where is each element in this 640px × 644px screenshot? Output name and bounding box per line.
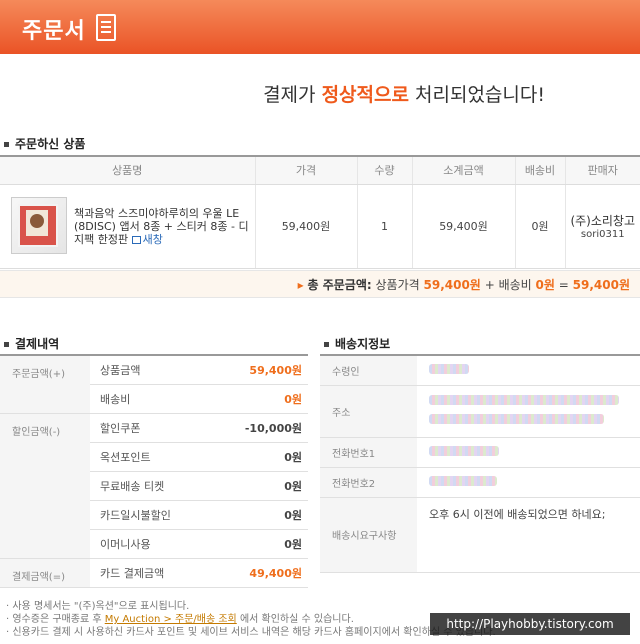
payment-section-title: 결제내역 <box>4 335 59 352</box>
shipping-fee-cell: 0원 <box>514 184 565 269</box>
shipping-section-title: 배송지정보 <box>324 335 390 352</box>
my-auction-link[interactable]: My Auction > 주문/배송 조회 <box>105 614 237 625</box>
column-header: 가격 <box>254 156 357 185</box>
payment-item-label: 이머니사용 <box>90 529 213 559</box>
header-bar: 주문서 <box>0 0 640 54</box>
products-section-title: 주문하신 상품 <box>4 135 85 152</box>
equals-sign: = <box>558 278 569 292</box>
payment-item-value: -10,000원 <box>212 413 308 443</box>
section-bullet-icon <box>4 142 9 147</box>
goods-label: 상품가격 <box>375 278 420 292</box>
payment-item-value: 0원 <box>212 529 308 559</box>
order-total-bar: ▸ 총 주문금액: 상품가격 59,400원 + 배송비 0원 = 59,400… <box>0 270 640 298</box>
payment-item-label: 무료배송 티켓 <box>90 471 213 501</box>
new-window-icon <box>131 236 141 244</box>
redacted-text <box>429 363 469 374</box>
redacted-text <box>429 395 619 405</box>
shipping-field-label: 수령인 <box>320 355 417 386</box>
shipping-field-label: 전화번호1 <box>320 437 417 468</box>
table-row: 결제금액(=) 카드 결제금액 49,400원 <box>0 558 308 588</box>
message-before: 결제가 <box>263 84 316 106</box>
plus-sign: + <box>484 278 495 292</box>
section-bullet-icon <box>4 342 9 347</box>
shipping-label: 배송비 <box>498 278 532 292</box>
group-label: 결제금액(=) <box>0 558 90 588</box>
table-row: 전화번호2 <box>320 467 640 498</box>
product-name[interactable]: 책과음악 스즈미야하루히의 우울 LE (8DISC) 앱서 8종 + 스티커 … <box>74 207 252 246</box>
product-thumbnail[interactable] <box>11 197 67 254</box>
redacted-text <box>429 445 499 456</box>
table-row: 할인금액(-) 할인쿠폰 -10,000원 <box>0 413 308 559</box>
shipping-value: 0원 <box>535 278 555 292</box>
caret-right-icon: ▸ <box>297 278 304 292</box>
seller-cell: (주)소리창고 sori0311 <box>564 184 640 269</box>
payment-item-label: 옥션포인트 <box>90 442 213 472</box>
delivery-request-value: 오후 6시 이전에 배송되었으면 하네요; <box>417 497 640 573</box>
section-bullet-icon <box>324 342 329 347</box>
payment-item-value: 0원 <box>212 500 308 530</box>
redacted-text <box>429 475 497 486</box>
subtotal-cell: 59,400원 <box>411 184 515 269</box>
page-title: 주문서 <box>22 19 86 44</box>
table-row: 전화번호1 <box>320 437 640 468</box>
quantity-cell: 1 <box>356 184 412 269</box>
final-total: 59,400원 <box>572 278 630 292</box>
column-header: 판매자 <box>564 156 640 185</box>
payment-item-label: 상품금액 <box>90 355 213 385</box>
seller-id: sori0311 <box>580 229 625 240</box>
column-header: 소계금액 <box>411 156 515 185</box>
address-value <box>417 385 640 438</box>
shipping-table: 수령인 주소 전화번호1 전화번호2 배송시요구사항 오후 6시 이전에 배송되… <box>320 354 640 573</box>
column-header: 상품명 <box>0 156 255 185</box>
watermark: http://Playhobby.tistory.com <box>430 613 630 635</box>
group-label: 할인금액(-) <box>0 413 90 559</box>
payment-item-label: 카드 결제금액 <box>90 558 213 588</box>
shipping-field-label: 배송시요구사항 <box>320 497 417 573</box>
seller-name: (주)소리창고 <box>570 214 636 228</box>
shipping-field-label: 주소 <box>320 385 417 438</box>
payment-item-label: 할인쿠폰 <box>90 413 213 443</box>
payment-item-value: 0원 <box>212 384 308 414</box>
payment-table: 주문금액(+) 상품금액 59,400원 배송비 0원 할인금액(-) 할인쿠폰… <box>0 354 308 588</box>
payment-item-value: 49,400원 <box>212 558 308 588</box>
note-line: · 사용 명세서는 "(주)옥션"으로 표시됩니다. <box>6 601 190 612</box>
table-row: 주문금액(+) 상품금액 59,400원 <box>0 355 308 414</box>
goods-value: 59,400원 <box>423 278 481 292</box>
document-icon <box>96 14 116 41</box>
payment-item-value: 0원 <box>212 471 308 501</box>
message-after: 처리되었습니다! <box>415 84 545 106</box>
column-header: 배송비 <box>514 156 565 185</box>
column-header: 수량 <box>356 156 412 185</box>
message-emphasis: 정상적으로 <box>321 84 409 106</box>
payment-item-label: 카드일시불할인 <box>90 500 213 530</box>
phone1-value <box>417 437 640 468</box>
new-window-link[interactable]: 새창 <box>131 233 163 246</box>
recipient-value <box>417 355 640 386</box>
table-row: 주소 <box>320 385 640 438</box>
payment-success-message: 결제가 정상적으로 처리되었습니다! <box>0 80 545 107</box>
payment-item-value: 59,400원 <box>212 355 308 385</box>
payment-item-label: 배송비 <box>90 384 213 414</box>
price-cell: 59,400원 <box>254 184 357 269</box>
shipping-field-label: 전화번호2 <box>320 467 417 498</box>
total-label: 총 주문금액: <box>307 278 372 292</box>
table-row: 배송시요구사항 오후 6시 이전에 배송되었으면 하네요; <box>320 497 640 573</box>
phone2-value <box>417 467 640 498</box>
payment-item-value: 0원 <box>212 442 308 472</box>
table-row: 수령인 <box>320 355 640 386</box>
redacted-text <box>429 414 604 424</box>
group-label: 주문금액(+) <box>0 355 90 414</box>
